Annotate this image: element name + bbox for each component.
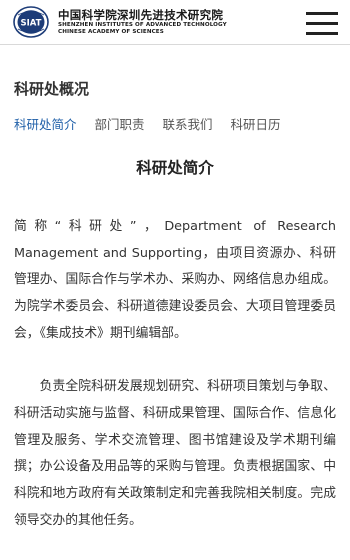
tab-calendar[interactable]: 科研日历	[231, 114, 281, 133]
paragraph-intro: 简称“科研处”，Department of Research Managemen…	[14, 219, 336, 341]
logo-abbr: SIAT	[20, 19, 41, 29]
tab-contact[interactable]: 联系我们	[163, 114, 213, 133]
siat-logo-icon[interactable]: SIAT	[13, 6, 49, 38]
logo-text[interactable]: 中国科学院深圳先进技术研究院 SHENZHEN INSTITUTES OF AD…	[58, 9, 227, 36]
org-name-en-line1: SHENZHEN INSTITUTES OF ADVANCED TECHNOLO…	[58, 22, 227, 28]
org-name-en-line2: CHINESE ACADEMY OF SCIENCES	[58, 29, 164, 35]
menu-bar	[306, 32, 338, 35]
hamburger-menu-icon[interactable]	[306, 12, 338, 35]
sub-nav-tabs: 科研处简介 部门职责 联系我们 科研日历	[14, 114, 299, 133]
paragraph-responsibilities: 负责全院科研发展规划研究、科研项目策划与争取、科研活动实施与监督、科研成果管理、…	[14, 379, 336, 528]
org-name-cn: 中国科学院深圳先进技术研究院	[58, 8, 224, 22]
section-title: 科研处概况	[14, 80, 90, 98]
page-title: 科研处简介	[136, 159, 214, 177]
article-body: 简称“科研处”，Department of Research Managemen…	[14, 214, 336, 534]
menu-bar	[306, 22, 338, 25]
tab-duties[interactable]: 部门职责	[95, 114, 145, 133]
site-header: SIAT 中国科学院深圳先进技术研究院 SHENZHEN INSTITUTES …	[0, 0, 350, 45]
tab-intro[interactable]: 科研处简介	[14, 114, 77, 133]
menu-bar	[306, 12, 338, 15]
